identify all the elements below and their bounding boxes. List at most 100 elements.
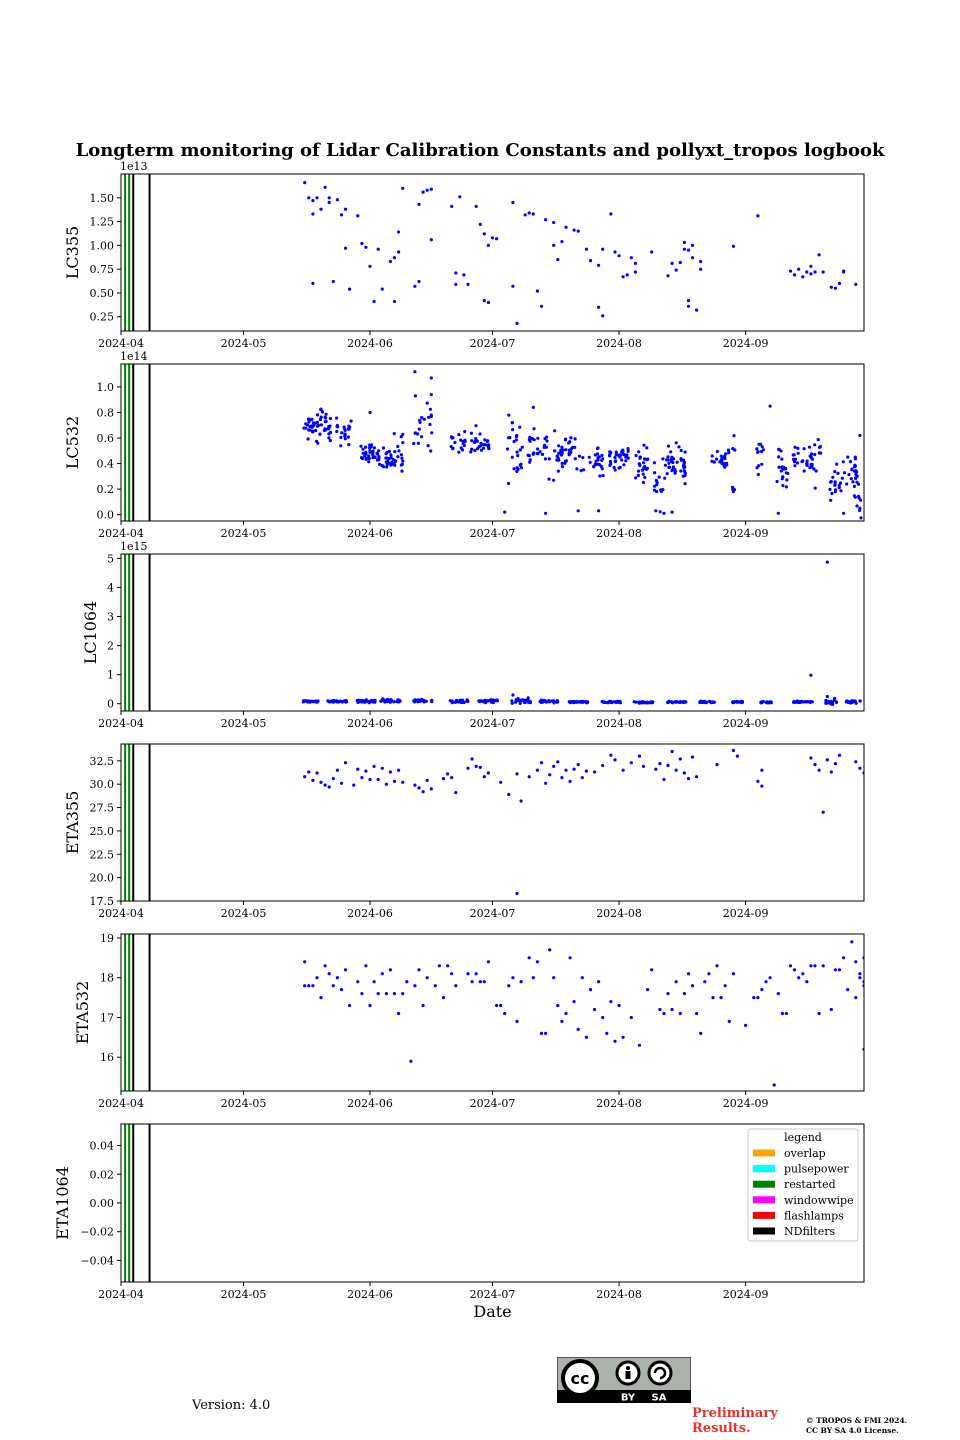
data-point xyxy=(385,465,389,469)
data-point xyxy=(788,269,793,273)
data-point xyxy=(469,431,473,435)
data-point xyxy=(784,485,789,489)
data-point xyxy=(629,1015,633,1020)
data-point xyxy=(645,446,649,450)
data-point xyxy=(454,282,458,286)
data-point xyxy=(853,455,857,459)
data-point xyxy=(715,964,719,968)
data-point xyxy=(559,452,564,456)
data-point xyxy=(315,420,319,424)
data-point xyxy=(679,469,683,473)
data-point xyxy=(793,968,797,972)
data-point xyxy=(593,1007,597,1012)
data-point xyxy=(319,207,323,211)
data-point xyxy=(528,460,532,464)
data-point xyxy=(846,700,850,704)
data-point xyxy=(441,996,446,1000)
data-point xyxy=(450,204,454,208)
data-point xyxy=(719,458,724,462)
data-point xyxy=(454,271,458,275)
data-point xyxy=(310,424,314,428)
data-point xyxy=(481,446,486,450)
data-point xyxy=(473,448,477,453)
copyright-note: © TROPOS & FMI 2024. CC BY SA 4.0 Licens… xyxy=(806,1416,956,1436)
data-point xyxy=(368,700,372,704)
data-point xyxy=(662,777,666,782)
data-point xyxy=(699,267,703,271)
y-tick-label: 0.4 xyxy=(97,458,115,471)
data-point xyxy=(556,1003,560,1008)
data-point xyxy=(690,755,695,759)
data-point xyxy=(858,766,862,770)
data-point xyxy=(392,700,396,704)
data-point xyxy=(833,483,837,487)
data-point xyxy=(576,763,580,767)
data-point xyxy=(307,770,311,774)
data-point xyxy=(813,763,817,767)
legend-label-ndfilters: NDfilters xyxy=(784,1225,835,1238)
data-point xyxy=(686,299,691,303)
data-point xyxy=(392,432,396,436)
data-point xyxy=(539,304,544,308)
data-point xyxy=(793,464,797,468)
data-point xyxy=(674,441,678,445)
data-point xyxy=(519,462,523,466)
data-point xyxy=(401,186,405,190)
data-point xyxy=(735,754,740,758)
data-point xyxy=(548,773,552,777)
legend-swatch-windowwipe xyxy=(753,1196,775,1204)
data-point xyxy=(612,700,616,704)
data-point xyxy=(429,376,433,380)
data-point xyxy=(846,455,850,459)
data-point xyxy=(641,480,646,485)
data-point xyxy=(526,453,530,457)
data-point xyxy=(511,976,515,980)
data-point xyxy=(367,460,371,464)
data-point xyxy=(653,471,657,475)
data-point xyxy=(707,972,711,976)
data-point xyxy=(482,980,486,984)
data-point xyxy=(829,1007,833,1012)
data-point xyxy=(437,964,441,968)
data-point xyxy=(531,212,535,216)
data-point xyxy=(829,770,833,774)
data-point xyxy=(768,976,772,980)
data-point xyxy=(642,461,646,465)
data-point xyxy=(634,454,638,458)
data-point xyxy=(621,1035,625,1039)
data-point xyxy=(839,489,843,493)
data-point xyxy=(425,401,429,405)
data-point xyxy=(474,204,478,208)
data-point xyxy=(466,972,470,976)
data-point xyxy=(486,960,490,964)
data-point xyxy=(380,463,384,467)
data-point xyxy=(306,437,310,441)
data-point xyxy=(597,263,601,267)
data-point xyxy=(805,462,809,466)
x-tick-label: 2024-09 xyxy=(723,1288,769,1301)
data-point xyxy=(335,198,339,202)
data-point xyxy=(416,441,420,445)
data-point xyxy=(825,560,829,564)
cc-by-sa-badge-icon: cc BY SA xyxy=(556,1356,692,1404)
data-point xyxy=(548,700,552,704)
data-point xyxy=(356,214,360,218)
data-point xyxy=(629,256,633,260)
legend: legend overlap pulsepower restarted windowwi… xyxy=(747,1128,859,1242)
data-point xyxy=(324,416,328,420)
data-point xyxy=(850,700,854,704)
data-point xyxy=(821,810,825,814)
data-point xyxy=(809,756,813,760)
data-point xyxy=(772,1083,776,1087)
y-tick-label: 27.5 xyxy=(90,802,115,815)
offset-text: 1e13 xyxy=(120,160,148,173)
data-point xyxy=(400,469,404,473)
data-point xyxy=(450,776,454,780)
x-tick-label: 2024-07 xyxy=(470,337,516,350)
data-point xyxy=(682,240,687,245)
data-point xyxy=(396,699,400,703)
data-point xyxy=(477,445,481,449)
data-point xyxy=(760,462,764,466)
data-point xyxy=(731,972,736,976)
data-point xyxy=(841,460,845,464)
